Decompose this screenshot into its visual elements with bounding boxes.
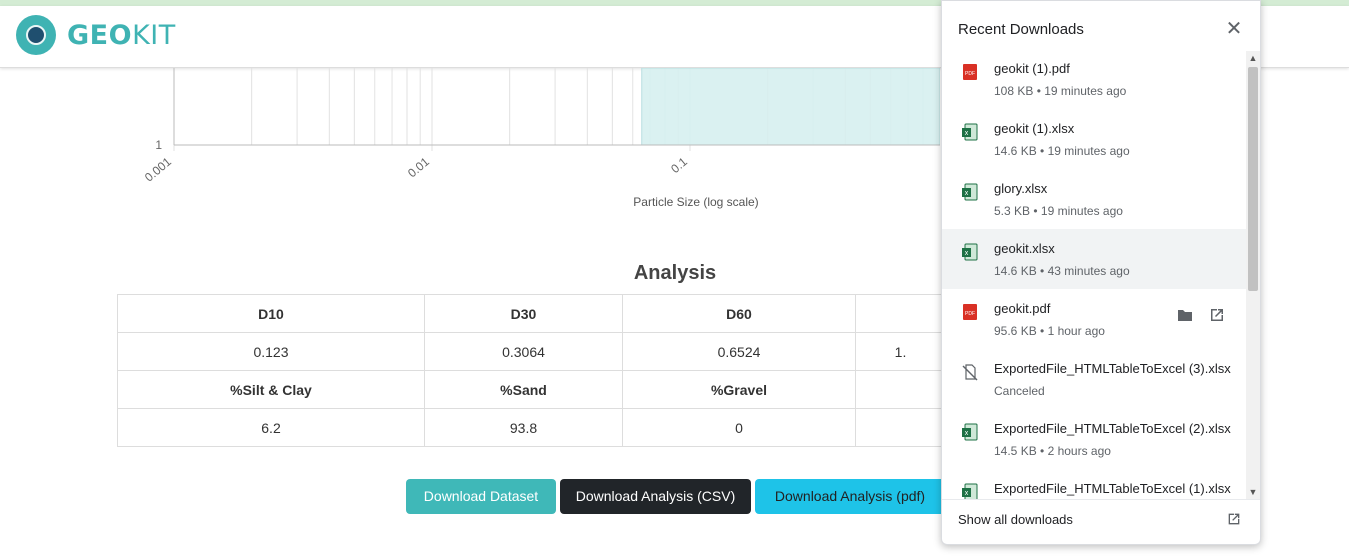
download-name: geokit.pdf bbox=[994, 301, 1051, 316]
external-link-icon[interactable] bbox=[1208, 306, 1226, 324]
header-d30: D30 bbox=[424, 294, 623, 333]
svg-text:PDF: PDF bbox=[965, 71, 975, 77]
folder-icon[interactable] bbox=[1176, 306, 1194, 324]
header-silt-clay: %Silt & Clay bbox=[117, 370, 425, 409]
download-name: geokit (1).xlsx bbox=[994, 121, 1075, 136]
download-item[interactable]: x geokit (1).xlsx 14.6 KB • 19 minutes a… bbox=[942, 109, 1246, 169]
table-row: 0.123 0.3064 0.6524 1. bbox=[117, 332, 946, 371]
header-cell bbox=[855, 370, 946, 409]
table-row: %Silt & Clay %Sand %Gravel bbox=[117, 370, 946, 409]
svg-text:x: x bbox=[965, 490, 969, 497]
external-link-icon[interactable] bbox=[1226, 511, 1242, 527]
x-tick-label: 0.1 bbox=[668, 154, 690, 176]
value-d60: 0.6524 bbox=[622, 332, 856, 371]
scroll-up-icon[interactable]: ▲ bbox=[1246, 51, 1260, 65]
download-csv-button[interactable]: Download Analysis (CSV) bbox=[560, 479, 751, 514]
download-meta: 108 KB • 19 minutes ago bbox=[994, 84, 1127, 98]
header-d60: D60 bbox=[622, 294, 856, 333]
value-sand: 93.8 bbox=[424, 408, 623, 447]
excel-file-icon: x bbox=[962, 243, 978, 261]
value-cell: 1. bbox=[855, 332, 946, 371]
pdf-file-icon: PDF bbox=[963, 64, 977, 80]
header-d10: D10 bbox=[117, 294, 425, 333]
table-row: 6.2 93.8 0 bbox=[117, 408, 946, 447]
download-name: geokit.xlsx bbox=[994, 241, 1055, 256]
excel-file-icon: x bbox=[962, 423, 978, 441]
download-item[interactable]: x ExportedFile_HTMLTableToExcel (2).xlsx… bbox=[942, 409, 1246, 469]
header-cell bbox=[855, 294, 946, 333]
download-name: ExportedFile_HTMLTableToExcel (2).xlsx bbox=[994, 421, 1231, 436]
download-item[interactable]: x geokit.xlsx 14.6 KB • 43 minutes ago bbox=[942, 229, 1246, 289]
download-name: ExportedFile_HTMLTableToExcel (1).xlsx bbox=[994, 481, 1231, 496]
logo-bold: GEO bbox=[67, 20, 133, 51]
scroll-down-icon[interactable]: ▼ bbox=[1246, 485, 1260, 499]
logo-light: KIT bbox=[132, 20, 176, 51]
excel-file-icon: x bbox=[962, 483, 978, 499]
value-silt-clay: 6.2 bbox=[117, 408, 425, 447]
download-name: geokit (1).pdf bbox=[994, 61, 1070, 76]
download-pdf-button[interactable]: Download Analysis (pdf) bbox=[755, 479, 945, 514]
close-icon[interactable]: ✕ bbox=[1224, 19, 1244, 39]
y-tick-label: 1 bbox=[155, 138, 162, 152]
svg-text:x: x bbox=[965, 250, 969, 257]
analysis-table: D10 D30 D60 0.123 0.3064 0.6524 1. %Silt… bbox=[117, 294, 946, 447]
x-axis-title: Particle Size (log scale) bbox=[633, 195, 758, 209]
value-d30: 0.3064 bbox=[424, 332, 623, 371]
header-sand: %Sand bbox=[424, 370, 623, 409]
download-name: ExportedFile_HTMLTableToExcel (3).xlsx bbox=[994, 361, 1231, 376]
svg-text:PDF: PDF bbox=[965, 311, 975, 317]
analysis-title: Analysis bbox=[633, 262, 717, 284]
download-name: glory.xlsx bbox=[994, 181, 1048, 196]
pdf-file-icon: PDF bbox=[963, 304, 977, 320]
logo-text[interactable]: GEOKIT bbox=[67, 20, 176, 51]
download-item[interactable]: x glory.xlsx 5.3 KB • 19 minutes ago bbox=[942, 169, 1246, 229]
downloads-list: PDF geokit (1).pdf 108 KB • 19 minutes a… bbox=[942, 49, 1246, 499]
value-gravel: 0 bbox=[622, 408, 856, 447]
download-dataset-button[interactable]: Download Dataset bbox=[406, 479, 556, 514]
excel-file-icon: x bbox=[962, 123, 978, 141]
globe-icon bbox=[26, 25, 46, 45]
gradation-chart: 1 0.001 0.01 0.1 Particle Size (log scale) bbox=[142, 68, 940, 209]
shaded-region bbox=[641, 68, 940, 146]
svg-text:x: x bbox=[965, 430, 969, 437]
x-tick-label: 0.01 bbox=[405, 154, 432, 180]
download-item[interactable]: ExportedFile_HTMLTableToExcel (3).xlsx C… bbox=[942, 349, 1246, 409]
download-meta: 5.3 KB • 19 minutes ago bbox=[994, 204, 1123, 218]
download-meta: 14.6 KB • 19 minutes ago bbox=[994, 144, 1130, 158]
downloads-scrollbar[interactable]: ▲ ▼ bbox=[1246, 51, 1260, 499]
download-meta: Canceled bbox=[994, 384, 1045, 398]
downloads-panel: Recent Downloads ✕ PDF geokit (1).pdf 10… bbox=[941, 0, 1261, 545]
download-meta: 14.6 KB • 43 minutes ago bbox=[994, 264, 1130, 278]
x-tick-labels: 0.001 0.01 0.1 bbox=[142, 154, 690, 184]
download-meta: 95.6 KB • 1 hour ago bbox=[994, 324, 1105, 338]
x-tick-label: 0.001 bbox=[142, 154, 174, 184]
show-all-downloads-link[interactable]: Show all downloads bbox=[958, 512, 1073, 527]
download-item[interactable]: PDF geokit.pdf 95.6 KB • 1 hour ago bbox=[942, 289, 1246, 349]
value-d10: 0.123 bbox=[117, 332, 425, 371]
svg-text:x: x bbox=[965, 130, 969, 137]
downloads-title: Recent Downloads bbox=[958, 21, 1084, 38]
scrollbar-thumb[interactable] bbox=[1248, 67, 1258, 291]
downloads-footer: Show all downloads bbox=[942, 499, 1260, 539]
logo-icon[interactable] bbox=[16, 15, 56, 55]
excel-file-icon: x bbox=[962, 183, 978, 201]
svg-text:x: x bbox=[965, 190, 969, 197]
table-row: D10 D30 D60 bbox=[117, 294, 946, 333]
header-gravel: %Gravel bbox=[622, 370, 856, 409]
download-item[interactable]: x ExportedFile_HTMLTableToExcel (1).xlsx bbox=[942, 469, 1246, 499]
download-meta: 14.5 KB • 2 hours ago bbox=[994, 444, 1111, 458]
value-cell bbox=[855, 408, 946, 447]
download-item[interactable]: PDF geokit (1).pdf 108 KB • 19 minutes a… bbox=[942, 49, 1246, 109]
canceled-file-icon bbox=[962, 364, 978, 381]
